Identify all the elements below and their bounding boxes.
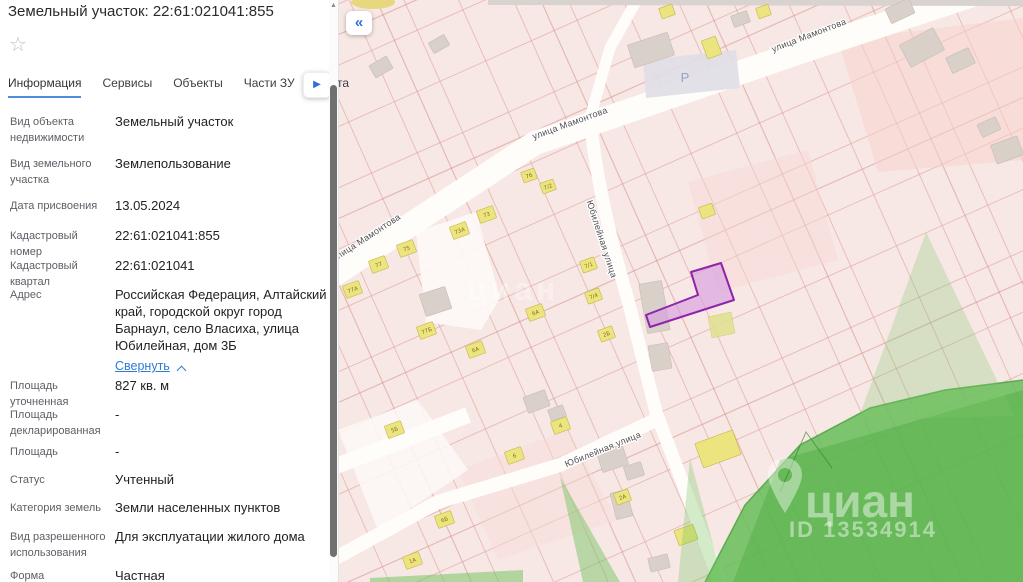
tab-parts[interactable]: Части ЗУ <box>244 76 295 96</box>
address-collapse-link[interactable]: Свернуть <box>115 358 170 375</box>
chevron-up-icon[interactable] <box>178 365 186 373</box>
field-value: - <box>115 444 120 459</box>
field-value: Земельный участок <box>115 114 234 129</box>
panel-scrollbar-thumb[interactable] <box>330 85 337 557</box>
field-label: Площадь <box>10 446 58 458</box>
map-canvas[interactable]: Р 75 73А 73 77 77А 77Б 76 7/2 7/1 7/4 2Б 6А 6А 5Б 4 6 6Б… <box>338 0 1023 582</box>
field-value: 827 кв. м <box>115 378 170 393</box>
field-value: 22:61:021041 <box>115 258 195 273</box>
tabs-scroll-right-button[interactable]: ▶ <box>303 72 331 98</box>
address-text: Российская Федерация, Алтайский край, го… <box>115 287 327 353</box>
field-value: Частная <box>115 568 165 582</box>
field-label: Вид земельного участка <box>10 158 92 186</box>
field-label: Статус <box>10 474 45 486</box>
page-title: Земельный участок: 22:61:021041:855 <box>8 3 274 20</box>
field-label: Адрес <box>10 289 42 301</box>
top-road-strip <box>488 0 1023 6</box>
tab-objects[interactable]: Объекты <box>173 76 223 96</box>
field-value: - <box>115 407 120 422</box>
field-label: Площадь уточненная <box>10 380 69 408</box>
field-label: Вид разрешенного использования <box>10 531 106 559</box>
tab-services[interactable]: Сервисы <box>102 76 152 96</box>
field-value: Земли населенных пунктов <box>115 500 281 515</box>
scroll-up-icon[interactable]: ▲ <box>329 2 338 9</box>
field-label: Кадастровый номер <box>10 230 78 258</box>
yellow-parcel <box>707 311 736 339</box>
watermark-center: циан <box>467 271 559 307</box>
field-value: Для эксплуатации жилого дома <box>115 529 305 544</box>
favorite-star-icon[interactable]: ☆ <box>9 32 27 57</box>
field-value: Российская Федерация, Алтайский край, го… <box>115 286 331 375</box>
field-label: Площадь декларированная <box>10 409 101 437</box>
field-label: Дата присвоения <box>10 200 98 212</box>
tab-information[interactable]: Информация <box>8 76 82 98</box>
field-value: Землепользование <box>115 156 231 171</box>
cadastral-map-app: Земельный участок: 22:61:021041:855 ☆ Ин… <box>0 0 1023 582</box>
parking-label: Р <box>681 70 690 85</box>
panel-collapse-button[interactable]: « <box>346 11 372 35</box>
tab-bar: ИнформацияСервисыОбъектыЧасти ЗУСоста Г … <box>8 72 349 98</box>
map-svg: Р 7573А737777А77Б767/27/17/42Б6А6А5Б 466Б… <box>338 0 1023 582</box>
field-label: Категория земель <box>10 502 101 514</box>
field-label: Форма собственности <box>10 570 45 582</box>
field-label: Кадастровый квартал <box>10 260 78 288</box>
field-value: Учтенный <box>115 472 175 487</box>
field-label: Вид объекта недвижимости <box>10 116 85 144</box>
field-value: 22:61:021041:855 <box>115 228 220 243</box>
field-value: 13.05.2024 <box>115 198 181 213</box>
panel-scrollbar[interactable]: ▲ <box>329 0 338 582</box>
parcel-info-panel: Земельный участок: 22:61:021041:855 ☆ Ин… <box>0 0 349 582</box>
cian-id-text: ID 13534914 <box>789 517 937 542</box>
